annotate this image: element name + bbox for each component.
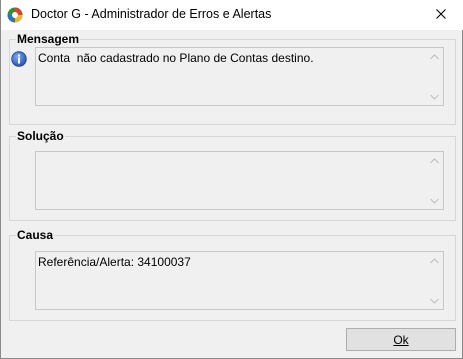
- causa-legend: Causa: [17, 228, 54, 242]
- dialog-window: Doctor G - Administrador de Erros e Aler…: [0, 0, 463, 359]
- solucao-scrollbar[interactable]: [426, 152, 443, 209]
- close-button[interactable]: [418, 0, 463, 30]
- causa-scrollbar[interactable]: [426, 252, 443, 309]
- doctor-g-logo-icon: [7, 7, 23, 23]
- scroll-down-icon[interactable]: [426, 88, 443, 105]
- scroll-up-icon[interactable]: [426, 252, 443, 269]
- solucao-legend: Solução: [17, 129, 64, 143]
- close-icon: [436, 8, 446, 22]
- mensagem-textbox[interactable]: Conta não cadastrado no Plano de Contas …: [35, 47, 444, 106]
- info-icon: [11, 51, 27, 67]
- title-bar[interactable]: Doctor G - Administrador de Erros e Aler…: [1, 0, 463, 30]
- causa-textbox[interactable]: Referência/Alerta: 34100037: [35, 251, 444, 310]
- scroll-down-icon[interactable]: [426, 292, 443, 309]
- solucao-textbox[interactable]: [35, 151, 444, 210]
- mensagem-scrollbar[interactable]: [426, 48, 443, 105]
- scroll-down-icon[interactable]: [426, 192, 443, 209]
- ok-button[interactable]: Ok: [346, 328, 456, 351]
- scroll-up-icon[interactable]: [426, 152, 443, 169]
- mensagem-text: Conta não cadastrado no Plano de Contas …: [38, 51, 314, 65]
- scroll-up-icon[interactable]: [426, 48, 443, 65]
- mensagem-legend: Mensagem: [17, 32, 80, 46]
- causa-text: Referência/Alerta: 34100037: [38, 255, 191, 269]
- window-title: Doctor G - Administrador de Erros e Aler…: [31, 7, 272, 21]
- ok-button-label: Ok: [393, 332, 409, 347]
